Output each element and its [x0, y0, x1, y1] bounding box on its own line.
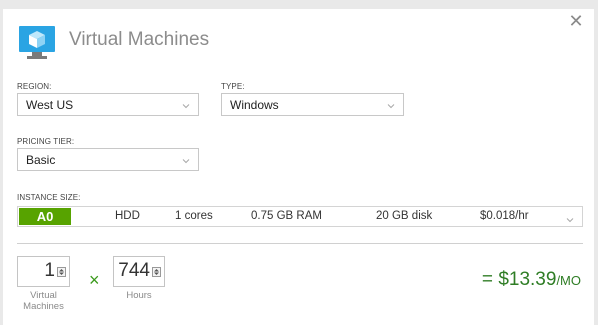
instance-disk-type: HDD: [115, 210, 140, 222]
instance-size-select[interactable]: A0 HDD 1 cores 0.75 GB RAM 20 GB disk $0…: [17, 206, 583, 227]
region-select[interactable]: West US: [17, 93, 199, 116]
pricing-tier-value: Basic: [26, 153, 56, 167]
hours-value: 744: [118, 260, 150, 281]
equals-sign: =: [481, 269, 494, 290]
vm-count-value: 1: [44, 260, 55, 281]
pricing-tier-label: PRICING TIER:: [17, 137, 75, 146]
vm-pricing-panel: ✕ Virtual Machines REGION: West US TYPE:…: [3, 9, 594, 325]
type-select[interactable]: Windows: [221, 93, 404, 116]
chevron-down-icon: [387, 99, 395, 109]
spinner-arrows-icon[interactable]: [57, 267, 66, 277]
close-icon[interactable]: ✕: [568, 12, 584, 30]
vm-count-caption: Virtual Machines: [17, 290, 70, 312]
total-amount: $13.39: [498, 269, 557, 290]
vm-caption-line2: Machines: [23, 301, 64, 312]
instance-ram: 0.75 GB RAM: [251, 210, 322, 222]
divider: [17, 243, 583, 244]
hours-stepper[interactable]: 744: [113, 256, 165, 287]
multiply-sign: ×: [89, 270, 100, 290]
region-label: REGION:: [17, 82, 52, 91]
chevron-down-icon: [566, 211, 574, 223]
instance-cores: 1 cores: [175, 210, 213, 222]
hours-caption: Hours: [126, 290, 152, 301]
monthly-total: = $13.39/MO: [482, 269, 581, 291]
vm-caption-line1: Virtual: [30, 290, 57, 301]
instance-size-label: INSTANCE SIZE:: [17, 193, 81, 202]
spinner-arrows-icon[interactable]: [152, 267, 161, 277]
type-label: TYPE:: [221, 82, 245, 91]
vm-count-stepper[interactable]: 1: [17, 256, 70, 287]
chevron-down-icon: [182, 154, 190, 164]
page-title: Virtual Machines: [69, 29, 210, 50]
type-value: Windows: [230, 98, 279, 112]
virtual-machine-icon: [18, 24, 56, 60]
instance-price: $0.018/hr: [480, 210, 529, 222]
chevron-down-icon: [182, 99, 190, 109]
instance-disk: 20 GB disk: [376, 210, 433, 222]
total-period: /MO: [556, 273, 581, 288]
instance-size-badge: A0: [19, 208, 71, 225]
pricing-tier-select[interactable]: Basic: [17, 148, 199, 171]
region-value: West US: [26, 98, 74, 112]
